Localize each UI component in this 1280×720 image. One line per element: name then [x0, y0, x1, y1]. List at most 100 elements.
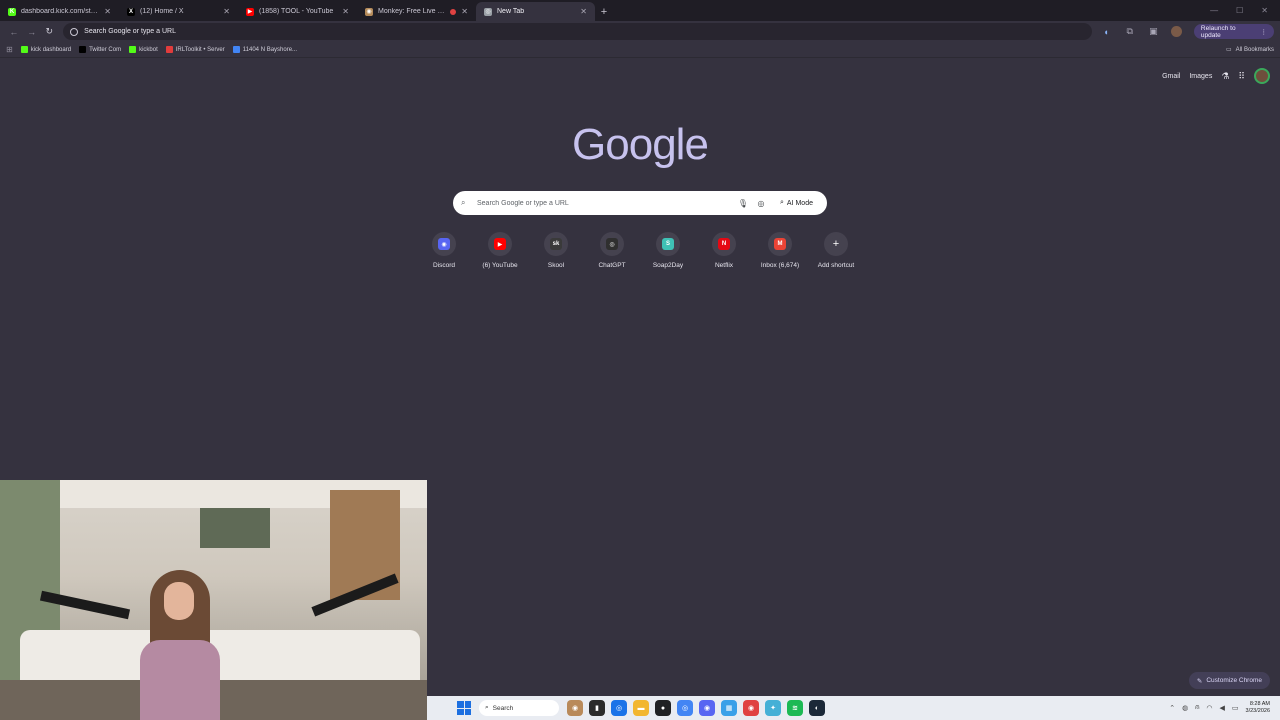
bookmark-label: IRLToolkit • Server	[175, 46, 225, 53]
ai-search-icon: ⌕	[780, 199, 784, 206]
shortcut-icon-bg: sk	[544, 232, 568, 256]
google-account-avatar[interactable]	[1254, 68, 1270, 84]
file-explorer-icon[interactable]: ▬	[633, 700, 649, 716]
maximize-icon[interactable]: ☐	[1236, 6, 1243, 15]
bookmark-item[interactable]: kick dashboard	[20, 46, 71, 53]
shortcut-tile[interactable]: ◉ Discord	[416, 232, 472, 269]
wifi-icon[interactable]: ◠	[1206, 704, 1212, 712]
clock-time: 8:28 AM	[1249, 701, 1270, 708]
tab-close-icon[interactable]: ✕	[104, 7, 111, 16]
lens-icon[interactable]: ◎	[754, 199, 768, 208]
shortcut-icon: ◎	[606, 238, 618, 250]
close-window-icon[interactable]: ✕	[1261, 6, 1268, 15]
taskbar-search-label: Search	[492, 704, 514, 712]
clock[interactable]: 8:28 AM 3/23/2026	[1246, 701, 1270, 714]
terminal-icon[interactable]: ▮	[589, 700, 605, 716]
tab-close-icon[interactable]: ✕	[580, 7, 587, 16]
calculator-icon[interactable]: ▦	[721, 700, 737, 716]
bookmark-item[interactable]: kickbot	[129, 46, 158, 53]
windows-taskbar: ⌕ Search ◉ ▮ ◎ ▬ ● ◎ ◉ ▦ ◉ ✦ ≋ ◐ ⌃ ◍ ⍝ ◠…	[427, 696, 1280, 720]
shortcut-label: Soap2Day	[652, 262, 684, 269]
new-tab-button[interactable]: +	[595, 2, 613, 21]
shortcut-tile[interactable]: ▶ (6) YouTube	[472, 232, 528, 269]
shortcut-label: Add shortcut	[817, 262, 855, 269]
shortcut-tile[interactable]: + Add shortcut	[808, 232, 864, 269]
start-icon[interactable]	[457, 701, 471, 715]
sidepanel-icon[interactable]: ▣	[1148, 26, 1160, 37]
browser-tab[interactable]: Kdashboard.kick.com/stream ✕	[0, 2, 119, 21]
customize-chrome-button[interactable]: ✎ Customize Chrome	[1188, 672, 1270, 689]
profile-avatar[interactable]	[1171, 26, 1182, 37]
taskbar-search[interactable]: ⌕ Search	[479, 700, 559, 716]
ai-mode-button[interactable]: ⌕ AI Mode	[774, 194, 819, 212]
shortcut-icon-bg: ◉	[432, 232, 456, 256]
youtube-icon: ▶	[246, 7, 254, 16]
battery-icon[interactable]: ▭	[1232, 704, 1239, 712]
address-bar[interactable]: Search Google or type a URL	[63, 23, 1093, 40]
discord-taskbar-icon[interactable]: ◉	[699, 700, 715, 716]
bookmark-item[interactable]: 11404 N Bayshore...	[232, 46, 297, 53]
webcam-window-back	[200, 508, 270, 548]
bookmark-list: kick dashboard Twitter Com kickbot IRLToolk…	[20, 46, 305, 53]
tab-close-icon[interactable]: ✕	[223, 7, 230, 16]
obs-icon[interactable]: ●	[655, 700, 671, 716]
bookmark-favicon-icon	[232, 46, 240, 53]
tray-chevron-icon[interactable]: ⌃	[1169, 704, 1175, 712]
minimize-icon[interactable]: —	[1210, 6, 1218, 15]
chrome-taskbar-icon[interactable]: ◎	[611, 700, 627, 716]
gmail-link[interactable]: Gmail	[1162, 73, 1180, 80]
shortcut-tile[interactable]: sk Skool	[528, 232, 584, 269]
extensions-icon[interactable]: ⧉	[1124, 26, 1136, 37]
shortcut-icon: M	[774, 238, 786, 250]
apps-icon[interactable]: ⊞	[6, 45, 13, 54]
shortcut-tile[interactable]: S Soap2Day	[640, 232, 696, 269]
microphone-icon[interactable]: 🎙	[736, 199, 750, 208]
images-link[interactable]: Images	[1189, 73, 1212, 80]
browser-tab[interactable]: X (12) Home / X ✕	[119, 2, 238, 21]
search-icon: ⌕	[461, 198, 466, 207]
chrome-profile-icon[interactable]: ◎	[677, 700, 693, 716]
relaunch-button[interactable]: Relaunch to update ⋮	[1193, 24, 1274, 39]
volume-icon[interactable]: ◀	[1220, 704, 1225, 712]
shortcut-tile[interactable]: ◎ ChatGPT	[584, 232, 640, 269]
browser-tab[interactable]: ▶ (1858) TOOL - YouTube ✕	[238, 2, 357, 21]
browser-tab[interactable]: ◎ New Tab ✕	[476, 2, 595, 21]
kick-icon: K	[8, 7, 16, 16]
bookmark-item[interactable]: Twitter Com	[79, 46, 121, 53]
google-apps-icon[interactable]: ⠿	[1238, 71, 1245, 82]
tab-close-icon[interactable]: ✕	[342, 7, 349, 16]
labs-icon[interactable]: ⚗	[1221, 71, 1229, 82]
tab-title: dashboard.kick.com/stream	[21, 8, 100, 15]
widget-icon[interactable]: ◉	[567, 700, 583, 716]
steam-icon[interactable]: ◐	[809, 700, 825, 716]
network-icon[interactable]: ◍	[1182, 704, 1188, 712]
shortcut-icon: N	[718, 238, 730, 250]
pencil-icon: ✎	[1196, 677, 1203, 685]
person-body	[140, 640, 220, 720]
system-tray: ⌃ ◍ ⍝ ◠ ◀ ▭ 8:28 AM 3/23/2026	[1169, 701, 1280, 714]
search-input[interactable]	[477, 199, 732, 207]
audio-icon[interactable]: ◖	[1100, 27, 1112, 37]
browser-tab[interactable]: ◉ Monkey: Free Live Video C ✕	[357, 2, 476, 21]
shortcut-tile[interactable]: N Netflix	[696, 232, 752, 269]
spotify-icon[interactable]: ≋	[787, 700, 803, 716]
tab-close-icon[interactable]: ✕	[461, 7, 468, 16]
recording-app-icon[interactable]: ◉	[743, 700, 759, 716]
shortcut-label: Skool	[547, 262, 565, 269]
shortcut-tile[interactable]: M Inbox (6,674)	[752, 232, 808, 269]
browser-toolbar: ← → ↻ Search Google or type a URL ◖ ⧉ ▣ …	[0, 21, 1280, 42]
app-icon[interactable]: ✦	[765, 700, 781, 716]
all-bookmarks-button[interactable]: ▭ All Bookmarks	[1226, 46, 1274, 54]
shortcut-label: Netflix	[714, 262, 734, 269]
bookmark-label: kickbot	[139, 46, 158, 53]
shortcut-icon: ◉	[438, 238, 450, 250]
back-icon[interactable]: ←	[6, 24, 22, 40]
mic-tray-icon[interactable]: ⍝	[1195, 704, 1199, 712]
shortcut-label: Discord	[432, 262, 456, 269]
bookmark-item[interactable]: IRLToolkit • Server	[165, 46, 225, 53]
shortcut-label: ChatGPT	[598, 262, 626, 269]
shortcut-icon-bg: S	[656, 232, 680, 256]
forward-icon[interactable]: →	[24, 24, 40, 40]
reload-icon[interactable]: ↻	[41, 24, 57, 40]
shortcut-icon-bg: +	[824, 232, 848, 256]
